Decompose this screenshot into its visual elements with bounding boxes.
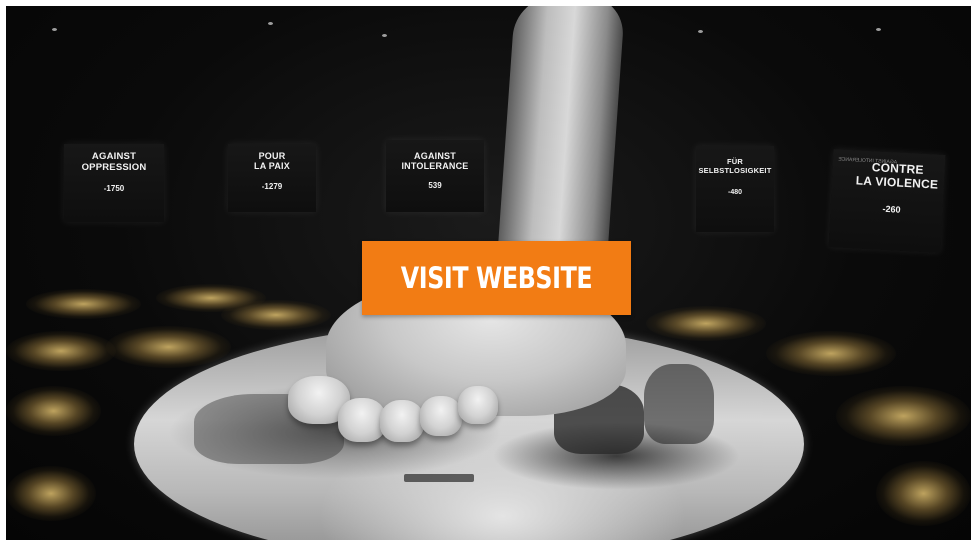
floor-spotlight (876, 461, 971, 526)
panel-title-line1: AGAINST (414, 151, 456, 161)
disc-torii-gate (404, 474, 474, 482)
ceiling-light (268, 22, 273, 25)
panel-title-line2: OPPRESSION (81, 161, 147, 173)
panel-year: -1750 (103, 183, 125, 193)
exhibition-photo: AGAINST OPPRESSION -1750 POUR LA PAIX -1… (6, 6, 971, 540)
panel-title-line2: LA PAIX (254, 161, 290, 172)
exhibit-panel-pour-la-paix: POUR LA PAIX -1279 (228, 144, 316, 212)
foot-toe (420, 396, 462, 436)
floor-spotlight (6, 386, 101, 436)
foot-toe (380, 400, 424, 442)
exhibit-panel-contre-la-violence: AGAINST INTOLERANCE CONTRE LA VIOLENCE -… (828, 149, 946, 253)
floor-spotlight (106, 326, 231, 368)
ceiling-light (52, 28, 57, 31)
ceiling-light (382, 34, 387, 37)
visit-website-button[interactable]: VISIT WEBSITE (362, 241, 631, 315)
floor-spotlight (6, 466, 96, 521)
exhibit-panel-against-intolerance: AGAINST INTOLERANCE 539 (386, 140, 484, 212)
foot-toe (338, 398, 386, 442)
floor-spotlight (766, 331, 896, 376)
panel-year: -480 (727, 189, 742, 197)
panel-title-line1: POUR (258, 151, 286, 161)
panel-title-line2: SELBSTLOSIGKEIT (698, 165, 772, 175)
foot-toe (458, 386, 498, 424)
panel-title-line2: LA VIOLENCE (855, 173, 939, 192)
exhibit-panel-against-oppression: AGAINST OPPRESSION -1750 (64, 144, 164, 222)
panel-title-line2: INTOLERANCE (401, 161, 469, 172)
ceiling-light (698, 30, 703, 33)
floor-spotlight (221, 300, 331, 330)
floor-spotlight (646, 306, 766, 341)
panel-year: -1279 (261, 181, 283, 191)
floor-spotlight (6, 331, 116, 371)
panel-year: 539 (428, 180, 442, 190)
floor-spotlight (26, 289, 141, 319)
ceiling-light (876, 28, 881, 31)
panel-year: -260 (882, 203, 901, 215)
exhibit-panel-fur-selbstlosigkeit: FÜR SELBSTLOSIGKEIT -480 (696, 146, 774, 232)
floor-spotlight (836, 386, 971, 446)
visit-website-label: VISIT WEBSITE (400, 261, 593, 295)
disc-figure (644, 364, 714, 444)
